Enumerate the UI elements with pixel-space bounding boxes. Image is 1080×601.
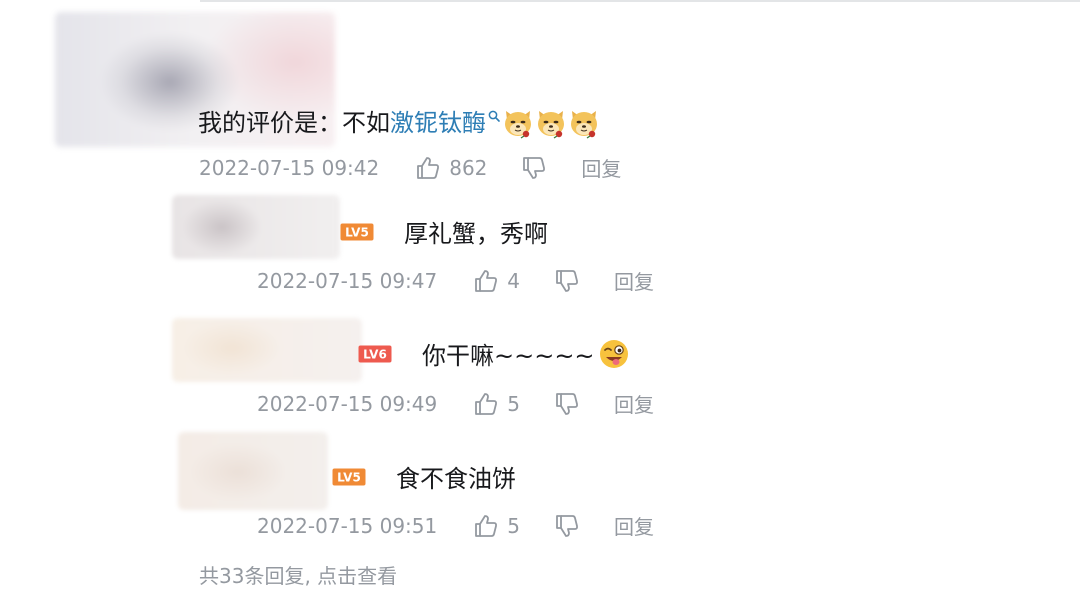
blurred-username [178, 432, 328, 510]
main-comment-text: 我的评价是：不如 激铌钛酶 [198, 106, 600, 140]
main-comment-meta: 2022-07-15 09:42 862 回复 [199, 153, 621, 182]
search-icon[interactable] [487, 109, 501, 123]
doge-emote-icon [571, 111, 597, 139]
thumbs-down-icon[interactable] [554, 391, 580, 417]
reply-button[interactable]: 回复 [614, 511, 654, 540]
thumbs-down-icon[interactable] [521, 155, 547, 181]
reply-text: 你干嘛~~~~~ [422, 342, 595, 370]
doge-emote-icon [505, 111, 531, 139]
thumbs-up-icon[interactable] [415, 155, 441, 181]
thumbs-down-icon[interactable] [554, 513, 580, 539]
like-count: 4 [507, 268, 520, 293]
reply-time: 2022-07-15 09:51 [257, 513, 438, 538]
thumbs-up-icon[interactable] [473, 513, 499, 539]
reply-time: 2022-07-15 09:47 [257, 268, 438, 293]
reply-meta: 2022-07-15 09:51 5 回复 [257, 511, 654, 540]
level-badge-icon: LV6 [358, 345, 392, 362]
reply-content: LV5 食不食油饼 [332, 459, 516, 494]
thumbs-up-icon[interactable] [473, 268, 499, 294]
reply-text: 食不食油饼 [396, 465, 516, 493]
like-count: 5 [507, 513, 520, 538]
level-badge-text: LV5 [345, 225, 369, 239]
search-keyword-link[interactable]: 激铌钛酶 [390, 106, 486, 140]
level-badge-text: LV5 [337, 470, 361, 484]
level-badge-icon: LV5 [340, 223, 374, 240]
comment-text: 我的评价是：不如 [198, 109, 390, 137]
reply-time: 2022-07-15 09:49 [257, 391, 438, 416]
reply-meta: 2022-07-15 09:47 4 回复 [257, 266, 654, 295]
like-count: 5 [507, 391, 520, 416]
view-more-replies-link[interactable]: 共33条回复, 点击查看 [199, 560, 397, 589]
blurred-username [172, 318, 362, 382]
reply-button[interactable]: 回复 [614, 389, 654, 418]
blurred-username [172, 195, 340, 259]
reply-meta: 2022-07-15 09:49 5 回复 [257, 389, 654, 418]
reply-content: LV6 你干嘛~~~~~ [358, 336, 631, 371]
comment-time: 2022-07-15 09:42 [199, 155, 380, 180]
thumbs-down-icon[interactable] [554, 268, 580, 294]
level-badge-text: LV6 [363, 347, 387, 361]
divider-line [200, 0, 1080, 2]
reply-text: 厚礼蟹，秀啊 [404, 220, 548, 248]
thumbs-up-icon[interactable] [473, 391, 499, 417]
doge-emote-icon [538, 111, 564, 139]
reply-content: LV5 厚礼蟹，秀啊 [340, 214, 548, 249]
level-badge-icon: LV5 [332, 468, 366, 485]
wink-emoji-icon [599, 339, 628, 368]
reply-button[interactable]: 回复 [614, 266, 654, 295]
reply-button[interactable]: 回复 [581, 153, 621, 182]
like-count: 862 [449, 155, 488, 180]
